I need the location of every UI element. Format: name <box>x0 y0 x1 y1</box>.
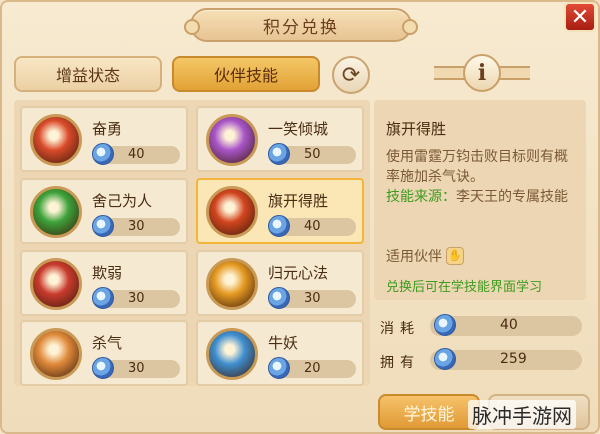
skill-card[interactable]: 奋勇 40 <box>20 106 188 172</box>
gem-icon <box>268 143 290 165</box>
source-value: 李天王的专属技能 <box>456 189 568 205</box>
consume-bar: 40 <box>430 314 582 336</box>
exchange-note: 兑换后可在学技能界面学习 <box>386 280 543 295</box>
skill-icon <box>30 258 82 310</box>
skill-cost-value: 20 <box>304 361 321 376</box>
skill-card[interactable]: 杀气 30 <box>20 320 188 386</box>
own-bar: 259 <box>430 348 582 370</box>
skill-cost-value: 40 <box>304 219 321 234</box>
skill-card[interactable]: 牛妖 20 <box>196 320 364 386</box>
refresh-icon: ⟳ <box>341 62 361 88</box>
skill-cost-value: 30 <box>304 291 321 306</box>
skill-cost: 20 <box>268 357 356 379</box>
skill-icon <box>206 328 258 380</box>
info-icon[interactable]: i <box>463 54 501 92</box>
skill-cost: 40 <box>92 143 180 165</box>
consume-row: 消耗 40 <box>380 314 586 338</box>
skill-cost: 30 <box>92 215 180 237</box>
own-label: 拥有 <box>380 355 420 371</box>
partner-label: 适用伙伴 <box>386 249 442 265</box>
detail-title: 旗开得胜 <box>386 120 447 138</box>
skill-cost-value: 40 <box>128 147 145 162</box>
skill-card[interactable]: 归元心法 30 <box>196 250 364 316</box>
skill-card[interactable]: 欺弱 30 <box>20 250 188 316</box>
learn-skill-button[interactable]: 学技能 <box>378 394 480 430</box>
gem-icon <box>434 314 456 336</box>
skill-name: 欺弱 <box>92 264 123 282</box>
skill-icon <box>206 186 258 238</box>
gem-icon <box>92 143 114 165</box>
skill-name: 归元心法 <box>268 264 329 282</box>
skill-card[interactable]: 一笑倾城 50 <box>196 106 364 172</box>
skill-name: 杀气 <box>92 334 123 352</box>
skill-icon <box>206 258 258 310</box>
tab-buff-status[interactable]: 增益状态 <box>14 56 162 92</box>
gem-icon <box>92 215 114 237</box>
own-value: 259 <box>500 351 527 367</box>
skill-name: 牛妖 <box>268 334 299 352</box>
applicable-partner-row: 适用伙伴 ✋ <box>386 246 464 266</box>
skill-name: 奋勇 <box>92 120 123 138</box>
own-row: 拥有 259 <box>380 348 586 372</box>
skill-icon <box>30 186 82 238</box>
skill-icon <box>30 328 82 380</box>
skill-name: 舍己为人 <box>92 192 153 210</box>
consume-value: 40 <box>500 317 518 333</box>
detail-source: 技能来源：李天王的专属技能 <box>386 187 578 207</box>
gem-icon <box>268 215 290 237</box>
skill-cost: 30 <box>92 357 180 379</box>
refresh-button[interactable]: ⟳ <box>332 56 370 94</box>
tab-partner-skills[interactable]: 伙伴技能 <box>172 56 320 92</box>
skill-cost-value: 30 <box>128 291 145 306</box>
consume-label: 消耗 <box>380 321 420 337</box>
skill-cost-value: 30 <box>128 219 145 234</box>
skill-name: 旗开得胜 <box>268 192 329 210</box>
skill-cost-value: 50 <box>304 147 321 162</box>
skill-card[interactable]: 舍己为人 30 <box>20 178 188 244</box>
gem-icon <box>92 287 114 309</box>
skill-icon <box>30 114 82 166</box>
skill-icon <box>206 114 258 166</box>
close-button[interactable]: ✕ <box>564 2 596 32</box>
info-plaque: i <box>434 52 530 94</box>
source-label: 技能来源： <box>386 189 456 205</box>
watermark: 脉冲手游网 <box>468 400 576 429</box>
skill-card[interactable]: 旗开得胜 40 <box>196 178 364 244</box>
skill-name: 一笑倾城 <box>268 120 329 138</box>
partner-hand-icon[interactable]: ✋ <box>446 247 464 265</box>
gem-icon <box>268 287 290 309</box>
gem-icon <box>434 348 456 370</box>
skill-cost: 40 <box>268 215 356 237</box>
skill-detail-panel: 旗开得胜 使用雷霆万钧击败目标则有概率施加杀气诀。 技能来源：李天王的专属技能 … <box>374 100 586 300</box>
skill-cost-value: 30 <box>128 361 145 376</box>
gem-icon <box>92 357 114 379</box>
skill-cost: 30 <box>268 287 356 309</box>
panel-title: 积分兑换 <box>184 8 418 42</box>
detail-description: 使用雷霆万钧击败目标则有概率施加杀气诀。 <box>386 149 568 185</box>
skill-cost: 30 <box>92 287 180 309</box>
skill-cost: 50 <box>268 143 356 165</box>
gem-icon <box>268 357 290 379</box>
